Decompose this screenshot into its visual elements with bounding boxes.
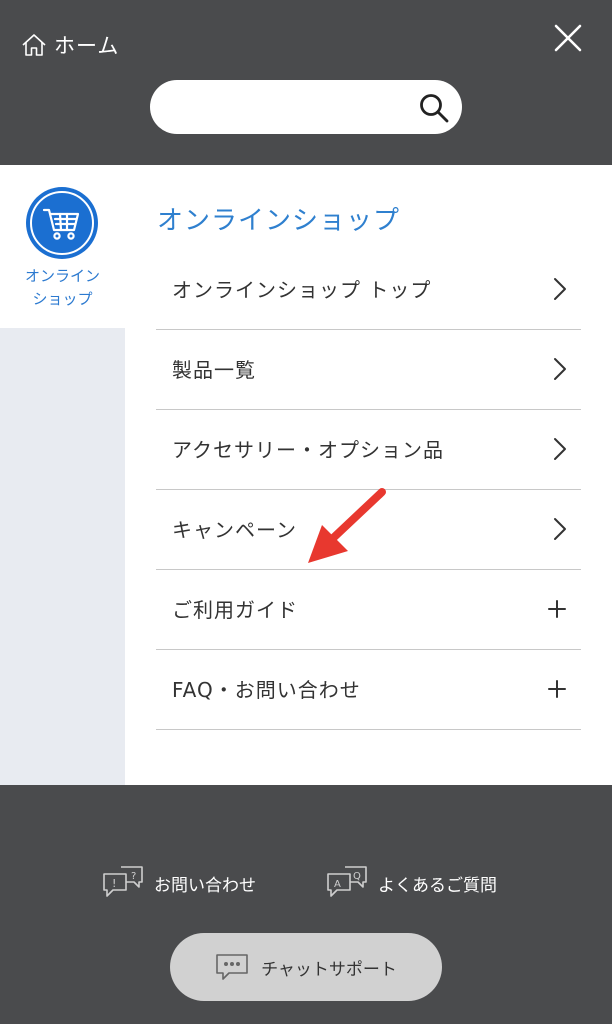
- faq-label: よくあるご質問: [378, 875, 497, 896]
- faq-chat-icon: A Q: [327, 866, 367, 897]
- menu-item-label: 製品一覧: [172, 358, 256, 382]
- section-title: オンラインショップ: [157, 206, 401, 236]
- chat-support-button[interactable]: チャットサポート: [170, 933, 442, 1001]
- chevron-right-icon: [554, 438, 566, 460]
- chat-bubble-icon: [216, 954, 248, 980]
- sidebar-item-label: オンライン ショップ: [0, 265, 125, 311]
- sidebar-label-line2: ショップ: [32, 290, 93, 308]
- menu-item-accessories[interactable]: アクセサリー・オプション品: [156, 410, 581, 490]
- home-link[interactable]: ホーム: [20, 30, 119, 60]
- menu-item-label: ご利用ガイド: [172, 598, 298, 622]
- search-input[interactable]: [172, 90, 406, 126]
- question-chat-icon: ! ?: [103, 866, 143, 897]
- sidebar-label-line1: オンライン: [24, 267, 100, 285]
- menu-item-products[interactable]: 製品一覧: [156, 330, 581, 410]
- svg-text:?: ?: [131, 871, 136, 882]
- menu-item-label: FAQ・お問い合わせ: [172, 678, 361, 702]
- contact-link[interactable]: ! ? お問い合わせ: [102, 865, 256, 901]
- chevron-right-icon: [554, 518, 566, 540]
- chevron-right-icon: [554, 358, 566, 380]
- faq-link[interactable]: A Q よくあるご質問: [326, 865, 497, 901]
- chat-support-label: チャットサポート: [261, 959, 397, 980]
- menu-item-label: キャンペーン: [172, 518, 297, 542]
- chevron-right-icon: [554, 278, 566, 300]
- home-label: ホーム: [54, 34, 120, 58]
- svg-text:Q: Q: [353, 871, 361, 882]
- search-box: [150, 80, 462, 134]
- cart-icon: [42, 208, 80, 240]
- plus-icon: [548, 600, 566, 618]
- menu-item-label: オンラインショップ トップ: [172, 278, 432, 302]
- menu-item-faq-contact[interactable]: FAQ・お問い合わせ: [156, 650, 581, 730]
- menu-item-usage-guide[interactable]: ご利用ガイド: [156, 570, 581, 650]
- contact-label: お問い合わせ: [154, 875, 256, 896]
- search-icon[interactable]: [418, 92, 450, 124]
- menu-item-label: アクセサリー・オプション品: [172, 438, 444, 462]
- menu-item-shop-top[interactable]: オンラインショップ トップ: [156, 250, 581, 330]
- sidebar-item-online-shop[interactable]: オンライン ショップ: [0, 165, 125, 328]
- cart-badge: [26, 187, 98, 259]
- home-icon: [22, 34, 46, 56]
- footer: ! ? お問い合わせ A Q よくあるご質問 チャットサポート: [0, 785, 612, 1024]
- plus-icon: [548, 680, 566, 698]
- svg-text:A: A: [334, 879, 341, 890]
- close-icon[interactable]: [550, 20, 586, 56]
- svg-text:!: !: [112, 877, 116, 890]
- annotation-arrow-icon: [308, 488, 386, 563]
